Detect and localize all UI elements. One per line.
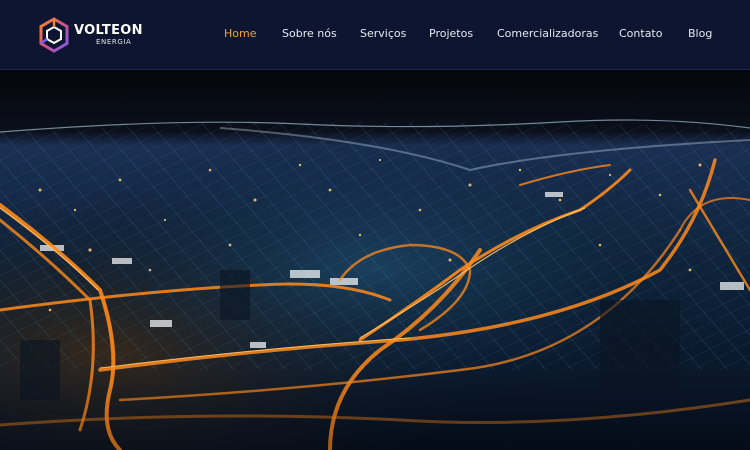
hero-banner <box>0 70 750 450</box>
nav-comercializadoras[interactable]: Comercializadoras <box>497 27 598 40</box>
nav-home[interactable]: Home <box>224 27 256 40</box>
nav-blog[interactable]: Blog <box>688 27 712 40</box>
nav-sobre-nos[interactable]: Sobre nós <box>282 27 337 40</box>
site-header: VOLTEON ENERGIA Home Sobre nós Serviços … <box>0 0 750 70</box>
nav-projetos[interactable]: Projetos <box>429 27 473 40</box>
city-night-image <box>0 70 750 450</box>
main-nav: Home Sobre nós Serviços Projetos Comerci… <box>0 27 750 45</box>
nav-servicos[interactable]: Serviços <box>360 27 406 40</box>
nav-contato[interactable]: Contato <box>619 27 662 40</box>
